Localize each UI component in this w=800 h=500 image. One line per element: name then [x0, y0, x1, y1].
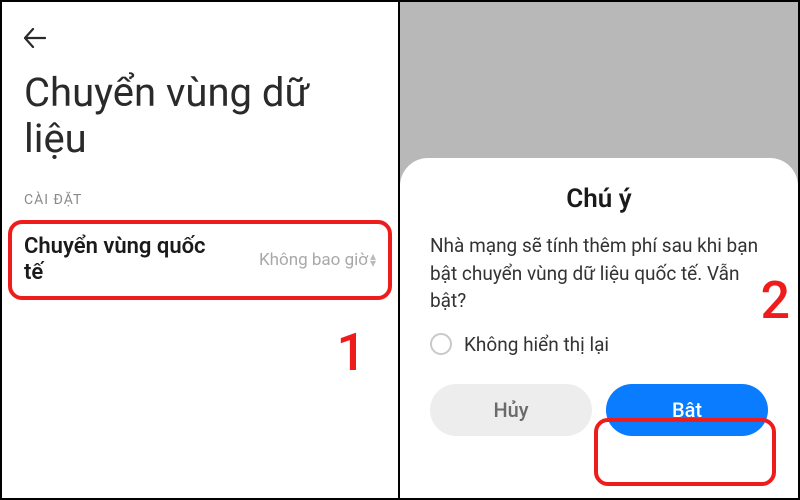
settings-screen: Chuyển vùng dữ liệu CÀI ĐẶT Chuyển vùng … — [2, 2, 400, 498]
radio-icon — [430, 333, 452, 355]
section-header: CÀI ĐẶT — [24, 192, 82, 208]
back-icon[interactable] — [24, 26, 46, 54]
dont-show-again[interactable]: Không hiển thị lại — [430, 333, 768, 356]
dont-show-label: Không hiển thị lại — [464, 333, 609, 356]
step-number-2: 2 — [760, 270, 790, 331]
roaming-row-label: Chuyển vùng quốc tế — [24, 234, 214, 287]
dialog-buttons: Hủy Bật — [430, 384, 768, 436]
roaming-value-text: Không bao giờ — [259, 250, 368, 270]
confirm-button[interactable]: Bật — [606, 384, 768, 436]
page-title: Chuyển vùng dữ liệu — [24, 70, 376, 162]
tutorial-container: Chuyển vùng dữ liệu CÀI ĐẶT Chuyển vùng … — [0, 0, 800, 500]
roaming-row-value: Không bao giờ ▴▾ — [259, 250, 376, 270]
cancel-button[interactable]: Hủy — [430, 384, 592, 436]
dialog-screen: Chú ý Nhà mạng sẽ tính thêm phí sau khi … — [400, 2, 798, 498]
dialog-title: Chú ý — [430, 184, 768, 214]
updown-chevron-icon: ▴▾ — [370, 253, 376, 266]
roaming-row[interactable]: Chuyển vùng quốc tế Không bao giờ ▴▾ — [24, 224, 376, 296]
step-number-1: 1 — [336, 322, 366, 383]
bottom-sheet: Chú ý Nhà mạng sẽ tính thêm phí sau khi … — [400, 158, 798, 498]
dialog-message: Nhà mạng sẽ tính thêm phí sau khi bạn bậ… — [430, 232, 768, 315]
